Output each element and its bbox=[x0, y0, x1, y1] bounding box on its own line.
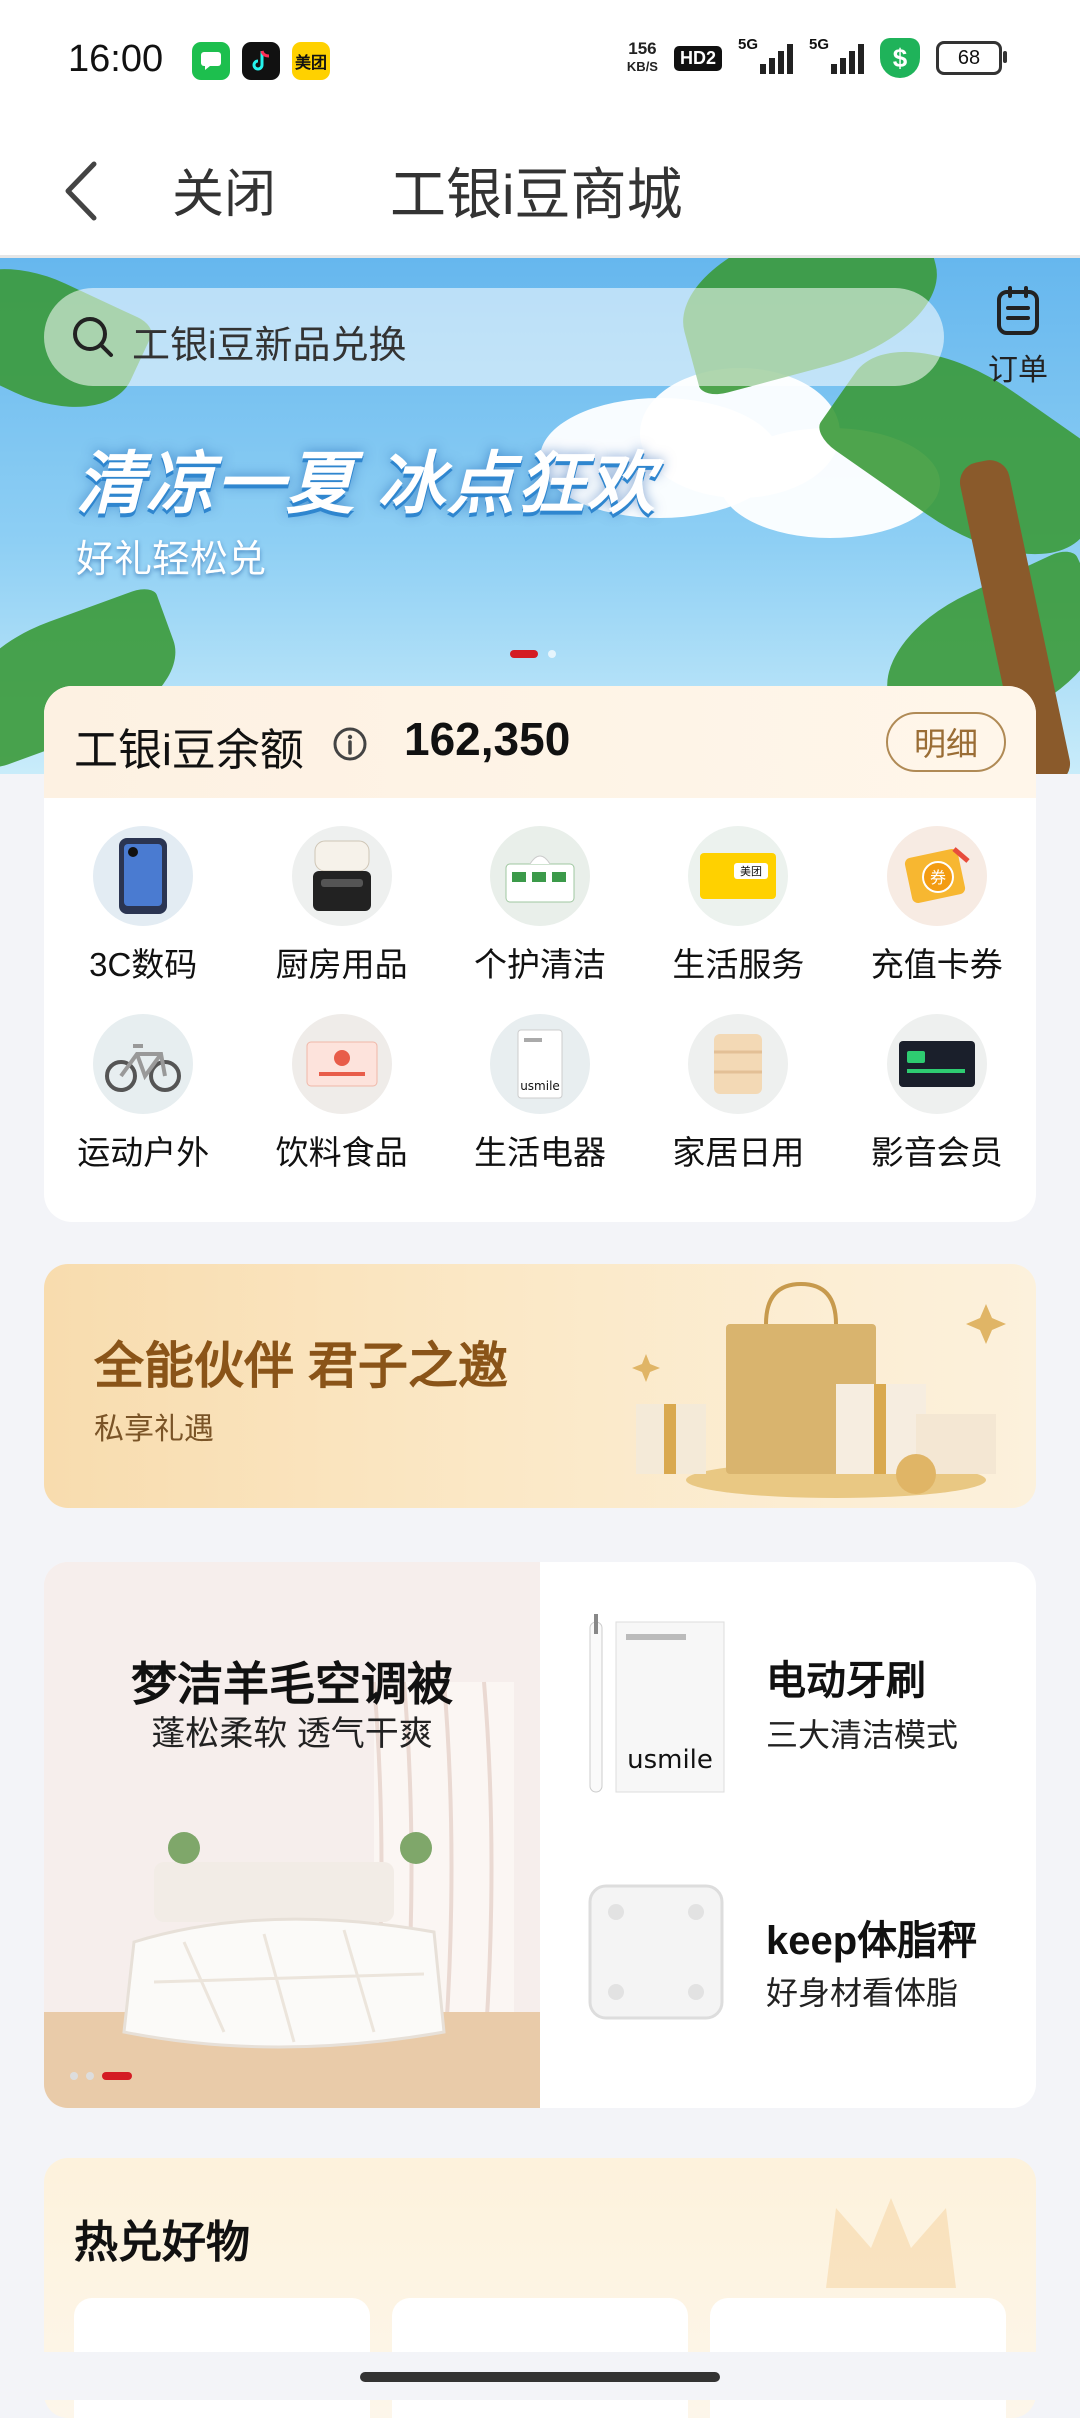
tissue-icon bbox=[489, 826, 590, 926]
balance-label: 工银i豆余额 bbox=[74, 726, 304, 775]
featured-product-subtitle: 蓬松柔软 透气干爽 bbox=[151, 1715, 433, 1753]
top-nav-bar: 关闭 工银i豆商城 bbox=[0, 120, 1080, 258]
status-time: 16:00 bbox=[68, 38, 164, 80]
product-subtitle: 好身材看体脂 bbox=[766, 1975, 959, 2011]
signal-5g-secondary-icon: 5G bbox=[809, 36, 864, 74]
battery-icon: 68 bbox=[936, 41, 1007, 75]
banner-title: 清凉一夏 冰点狂欢 bbox=[76, 446, 657, 522]
food-voucher-icon bbox=[291, 1014, 392, 1114]
product-body-scale[interactable]: keep体脂秤 好身材看体脂 bbox=[540, 1832, 1036, 2102]
security-shield-icon: $ bbox=[880, 38, 920, 78]
featured-product-card[interactable]: 梦洁羊毛空调被 蓬松柔软 透气干爽 bbox=[44, 1562, 540, 2108]
category-sports-outdoor[interactable]: 运动户外 bbox=[44, 1014, 242, 1174]
promo-title: 全能伙伴 君子之邀 bbox=[94, 1338, 508, 1394]
tiktok-app-icon bbox=[242, 42, 280, 80]
page-title: 工银i豆商城 bbox=[390, 163, 683, 226]
signal-5g-icon: 5G bbox=[738, 36, 793, 74]
hd-voice-badge: HD2 bbox=[673, 45, 722, 71]
banner-subtitle: 好礼轻松兑 bbox=[76, 539, 267, 581]
pagination-dot-active bbox=[510, 650, 538, 658]
svg-text:美团: 美团 bbox=[740, 865, 762, 878]
pagination-dot bbox=[70, 2072, 78, 2080]
toothbrush-image: usmile bbox=[589, 1614, 725, 1793]
pagination-dot-active bbox=[102, 2072, 132, 2080]
category-grid: 3C数码 厨房用品 个护清洁 美团 生活服务 券 充值卡券 运动户外 饮料食品 … bbox=[44, 826, 1036, 1174]
gift-boxes-icon bbox=[632, 1281, 1006, 1498]
crown-icon bbox=[826, 2198, 956, 2288]
banner-pagination bbox=[510, 650, 556, 658]
search-input[interactable]: 工银i豆新品兑换 bbox=[44, 288, 944, 386]
category-recharge-coupons[interactable]: 券 充值卡券 bbox=[838, 826, 1036, 986]
system-nav-bar bbox=[0, 2352, 1080, 2400]
balance-row: 工银i豆余额 162,350 明细 bbox=[44, 686, 1036, 798]
orders-label: 订单 bbox=[988, 354, 1048, 387]
category-home-appliance[interactable]: usmile 生活电器 bbox=[441, 1014, 639, 1174]
bicycle-icon bbox=[93, 1014, 194, 1114]
balance-card: 工银i豆余额 162,350 明细 3C数码 厨房用品 个护清洁 美团 生活服务… bbox=[44, 686, 1036, 1222]
meituan-app-icon: 美团 bbox=[292, 42, 330, 80]
home-indicator[interactable] bbox=[360, 2372, 720, 2382]
category-household[interactable]: 家居日用 bbox=[639, 1014, 837, 1174]
coupon-icon: 券 bbox=[886, 826, 987, 926]
detail-button[interactable]: 明细 bbox=[886, 712, 1006, 772]
product-title: 电动牙刷 bbox=[766, 1659, 926, 1703]
meituan-card-icon: 美团 bbox=[688, 826, 789, 926]
bedroom-image bbox=[44, 1562, 540, 2108]
info-icon[interactable] bbox=[332, 726, 368, 762]
appliance-icon: usmile bbox=[489, 1014, 590, 1114]
balance-value: 162,350 bbox=[404, 713, 571, 765]
product-toothbrush[interactable]: usmile 电动牙刷 三大清洁模式 bbox=[540, 1562, 1036, 1832]
back-button[interactable] bbox=[54, 156, 114, 226]
search-placeholder: 工银i豆新品兑换 bbox=[132, 325, 407, 367]
pagination-dot bbox=[86, 2072, 94, 2080]
svg-text:券: 券 bbox=[930, 868, 946, 887]
message-app-icon bbox=[192, 42, 230, 80]
towel-icon bbox=[688, 1014, 789, 1114]
pagination-dot bbox=[548, 650, 556, 658]
close-button[interactable]: 关闭 bbox=[172, 152, 276, 227]
orders-icon bbox=[997, 286, 1039, 335]
phone-icon bbox=[93, 826, 194, 926]
feature-pagination bbox=[70, 2072, 132, 2080]
status-indicators: 156 KB/S HD2 5G 5G $ 68 bbox=[626, 36, 1007, 78]
search-icon bbox=[73, 317, 113, 357]
product-subtitle: 三大清洁模式 bbox=[766, 1717, 959, 1753]
product-title: keep体脂秤 bbox=[766, 1919, 978, 1963]
status-bar: 16:00 美团 156 KB/S HD2 5G 5G $ 68 bbox=[0, 0, 1080, 120]
network-speed: 156 KB/S bbox=[626, 39, 658, 75]
air-fryer-icon bbox=[291, 826, 392, 926]
body-scale-image bbox=[588, 1884, 724, 2020]
orders-button[interactable]: 订单 bbox=[976, 286, 1060, 389]
category-personal-care[interactable]: 个护清洁 bbox=[441, 826, 639, 986]
category-food-drink[interactable]: 饮料食品 bbox=[242, 1014, 440, 1174]
chevron-left-icon bbox=[65, 161, 97, 221]
category-kitchen[interactable]: 厨房用品 bbox=[242, 826, 440, 986]
product-showcase: 梦洁羊毛空调被 蓬松柔软 透气干爽 usmile 电动牙刷 三大清洁模式 kee… bbox=[44, 1562, 1036, 2108]
category-3c-digital[interactable]: 3C数码 bbox=[44, 826, 242, 986]
status-app-icons: 美团 bbox=[192, 42, 330, 80]
category-av-membership[interactable]: 影音会员 bbox=[838, 1014, 1036, 1174]
category-life-service[interactable]: 美团 生活服务 bbox=[639, 826, 837, 986]
svg-text:usmile: usmile bbox=[520, 1079, 560, 1093]
featured-product-title: 梦洁羊毛空调被 bbox=[131, 1658, 453, 1710]
membership-card-icon bbox=[886, 1014, 987, 1114]
hot-items-title: 热兑好物 bbox=[74, 2218, 250, 2267]
product-brand-label: usmile bbox=[627, 1745, 713, 1775]
promo-subtitle: 私享礼遇 bbox=[94, 1413, 214, 1446]
promo-banner[interactable]: 全能伙伴 君子之邀 私享礼遇 bbox=[44, 1264, 1036, 1508]
